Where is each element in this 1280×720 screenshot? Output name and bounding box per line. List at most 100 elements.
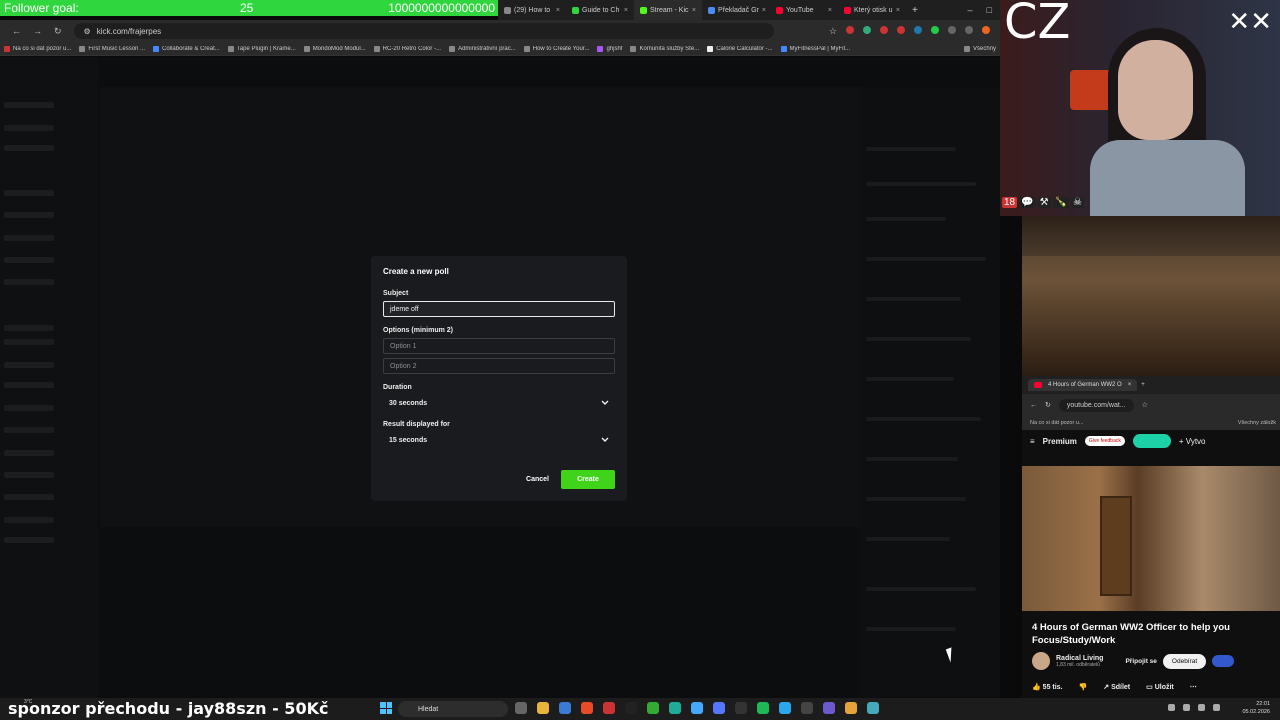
site-info-icon[interactable]: ⚙: [84, 27, 91, 36]
back-icon[interactable]: ←: [1030, 402, 1037, 409]
join-button[interactable]: Připojit se: [1125, 658, 1156, 665]
bookmark-item[interactable]: Komunita služby Ste...: [626, 45, 703, 52]
forward-icon[interactable]: →: [33, 26, 42, 37]
app-icon[interactable]: [691, 702, 703, 714]
app-icon[interactable]: [823, 702, 835, 714]
bookmark-star-icon[interactable]: ☆: [829, 26, 837, 37]
bookmark-item[interactable]: Tape Plugin | Krame...: [224, 45, 300, 52]
youtube-url[interactable]: youtube.com/wat...: [1058, 398, 1134, 412]
browser-tab[interactable]: Který otisk u ×: [838, 0, 906, 20]
notification-bell-button[interactable]: [1212, 655, 1235, 667]
new-tab-button[interactable]: +: [906, 5, 924, 16]
taskbar-search[interactable]: Hledat: [398, 701, 508, 717]
browser-tab[interactable]: YouTube ×: [770, 0, 838, 20]
close-icon[interactable]: ×: [556, 7, 560, 14]
subject-input[interactable]: jdeme off: [383, 301, 615, 317]
app-icon[interactable]: [559, 702, 571, 714]
bookmark-item[interactable]: Administrativní prac...: [445, 45, 520, 52]
browser-tab[interactable]: (29) How to ×: [498, 0, 566, 20]
back-icon[interactable]: ←: [12, 26, 21, 37]
app-icon[interactable]: [867, 702, 879, 714]
bookmark-item[interactable]: Collaborate & Creat...: [149, 45, 224, 52]
chrome-icon[interactable]: [581, 702, 593, 714]
close-icon[interactable]: ×: [828, 7, 832, 14]
network-icon[interactable]: [1198, 704, 1205, 711]
close-icon[interactable]: ×: [1128, 382, 1132, 388]
duration-select[interactable]: 30 seconds: [383, 395, 615, 411]
cancel-button[interactable]: Cancel: [526, 476, 549, 483]
close-icon[interactable]: ×: [896, 7, 900, 14]
extensions-icon[interactable]: [948, 25, 956, 34]
bookmark-item[interactable]: How to Create Your...: [520, 45, 594, 52]
channel-avatar[interactable]: [1032, 652, 1050, 670]
menu-icon[interactable]: ≡: [1030, 437, 1035, 446]
app-icon[interactable]: [735, 702, 747, 714]
extension-icon[interactable]: [914, 25, 922, 34]
more-icon[interactable]: ⋯: [1190, 683, 1197, 691]
result-duration-select[interactable]: 15 seconds: [383, 432, 615, 448]
bookmark-item[interactable]: RC-20 Retro Color -...: [370, 45, 445, 52]
download-icon[interactable]: [965, 25, 973, 34]
extension-icon[interactable]: [931, 25, 939, 34]
app-icon[interactable]: [647, 702, 659, 714]
extension-icon[interactable]: [880, 25, 888, 34]
bookmark-item[interactable]: ghjshf: [593, 45, 626, 52]
dislike-icon[interactable]: 👎: [1079, 683, 1088, 691]
tray-icon[interactable]: [1183, 704, 1190, 711]
address-bar[interactable]: ⚙ kick.com/frajerpes: [73, 23, 774, 39]
discord-icon[interactable]: [713, 702, 725, 714]
task-view-icon[interactable]: [515, 702, 527, 714]
bookmark-item[interactable]: First Music Lesson ...: [75, 45, 149, 52]
tray-icon[interactable]: [1168, 704, 1175, 711]
browser-tab[interactable]: Guide to Ch ×: [566, 0, 634, 20]
youtube-premium-logo[interactable]: Premium: [1043, 437, 1077, 446]
share-button[interactable]: ↗ Sdílet: [1103, 683, 1130, 691]
subscribe-button[interactable]: Odebírat: [1162, 653, 1207, 669]
browser-tab[interactable]: Překladač Gr ×: [702, 0, 770, 20]
give-feedback-button[interactable]: Give feedback: [1084, 436, 1125, 446]
youtube-tab[interactable]: 4 Hours of German WW2 O ×: [1028, 379, 1138, 391]
file-explorer-icon[interactable]: [537, 702, 549, 714]
channel-name[interactable]: Radical Living: [1056, 655, 1103, 662]
new-tab-button[interactable]: +: [1141, 382, 1145, 388]
bookmark-item[interactable]: Calorie Calculator -...: [703, 45, 776, 52]
app-icon[interactable]: [625, 702, 637, 714]
app-icon[interactable]: [845, 702, 857, 714]
create-button[interactable]: Create: [561, 470, 615, 489]
bookmark-item[interactable]: Na co si dát pozor u...: [0, 45, 75, 52]
extension-icon[interactable]: [863, 25, 871, 34]
bookmark-item[interactable]: MyFitnessPal | MyFit...: [777, 45, 855, 52]
reload-icon[interactable]: ↻: [1045, 401, 1051, 409]
window-controls: – □: [968, 5, 1000, 15]
telegram-icon[interactable]: [779, 702, 791, 714]
youtube-video-player[interactable]: [1022, 466, 1280, 611]
option-2-input[interactable]: Option 2: [383, 358, 615, 374]
close-icon[interactable]: ×: [762, 7, 766, 14]
bookmark-star-icon[interactable]: ☆: [1142, 401, 1148, 409]
windows-start-icon[interactable]: [380, 702, 392, 714]
close-icon[interactable]: ×: [692, 7, 696, 14]
profile-icon[interactable]: [982, 25, 990, 34]
obs-icon[interactable]: [801, 702, 813, 714]
reload-icon[interactable]: ↻: [54, 26, 62, 37]
spotify-icon[interactable]: [757, 702, 769, 714]
extension-icon[interactable]: [897, 25, 905, 34]
maximize-icon[interactable]: □: [987, 5, 992, 15]
save-button[interactable]: ▭ Uložit: [1146, 683, 1174, 691]
browser-tab-active[interactable]: Stream - Kic ×: [634, 0, 702, 20]
bookmark-item[interactable]: Na co si dát pozor u...: [1030, 420, 1084, 426]
create-button[interactable]: + Vytvo: [1179, 437, 1206, 446]
app-icon[interactable]: [603, 702, 615, 714]
clock[interactable]: 22:01 05.02.2026: [1242, 700, 1270, 716]
xbox-icon[interactable]: [669, 702, 681, 714]
volume-icon[interactable]: [1213, 704, 1220, 711]
all-bookmarks[interactable]: Všechny záložk: [1238, 420, 1280, 426]
like-button[interactable]: 👍 55 tis.: [1032, 683, 1063, 691]
close-icon[interactable]: ×: [624, 7, 628, 14]
all-bookmarks[interactable]: Všechny: [960, 45, 1000, 52]
option-1-input[interactable]: Option 1: [383, 338, 615, 354]
minimize-icon[interactable]: –: [968, 5, 973, 15]
extension-button[interactable]: [1132, 434, 1171, 448]
bookmark-item[interactable]: MondoMod Modul...: [300, 45, 370, 52]
extension-icon[interactable]: [846, 25, 854, 34]
